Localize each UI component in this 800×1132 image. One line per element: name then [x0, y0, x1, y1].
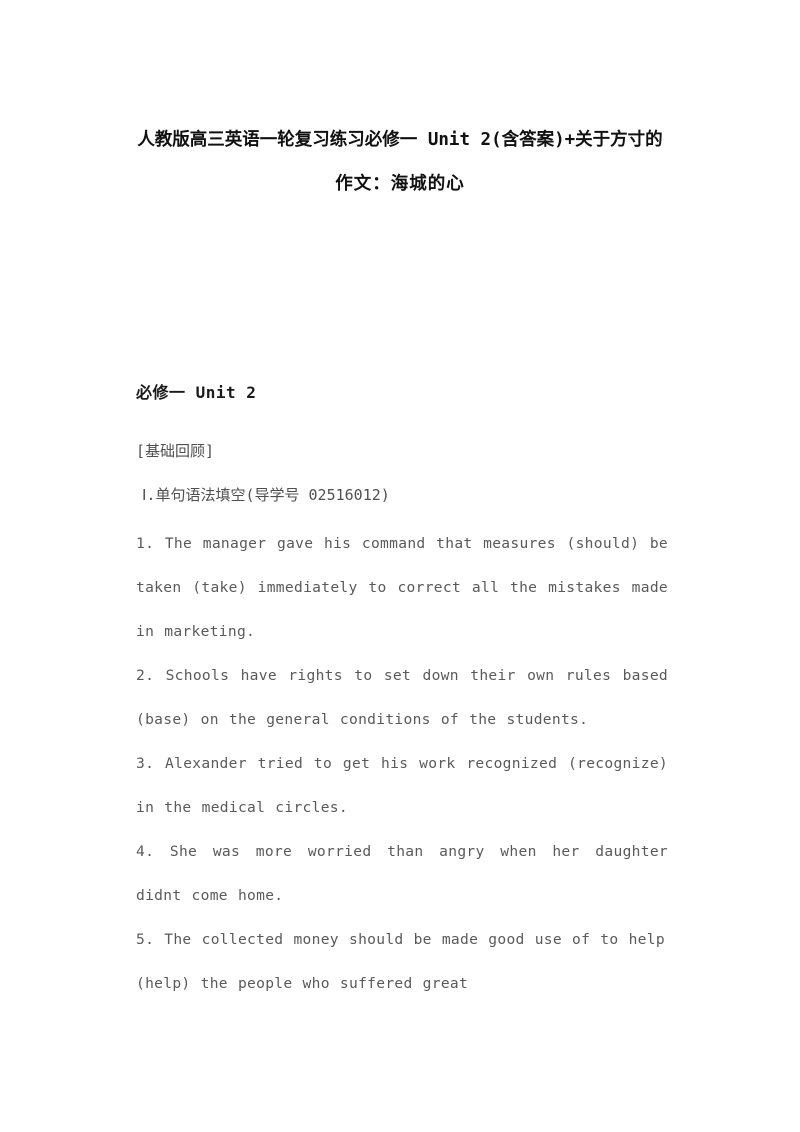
question-item: 1. The manager gave his command that mea… — [136, 535, 668, 640]
document-title-line-2: 作文：海城的心 — [335, 174, 465, 194]
question-item: 5. The collected money should be made go… — [136, 931, 665, 992]
question-item: 4. She was more worried than angry when … — [136, 843, 668, 904]
question-item: 3. Alexander tried to get his work recog… — [136, 755, 668, 816]
sub-heading-grammar-fill: Ⅰ.单句语法填空(导学号 02516012) — [142, 486, 390, 504]
question-item: 2. Schools have rights to set down their… — [136, 667, 668, 728]
document-title-line-1: 人教版高三英语一轮复习练习必修一 Unit 2(含答案)+关于方寸的 — [137, 130, 663, 150]
section-heading: 必修一 Unit 2 — [136, 383, 257, 402]
question-list: 1. The manager gave his command that mea… — [136, 522, 668, 1006]
document-page: 人教版高三英语一轮复习练习必修一 Unit 2(含答案)+关于方寸的 作文：海城… — [0, 0, 800, 1132]
document-title: 人教版高三英语一轮复习练习必修一 Unit 2(含答案)+关于方寸的 作文：海城… — [126, 118, 674, 206]
document-body: 必修一 Unit 2 [基础回顾] Ⅰ.单句语法填空(导学号 02516012)… — [136, 378, 668, 1006]
bracket-label-basic-review: [基础回顾] — [136, 442, 215, 460]
